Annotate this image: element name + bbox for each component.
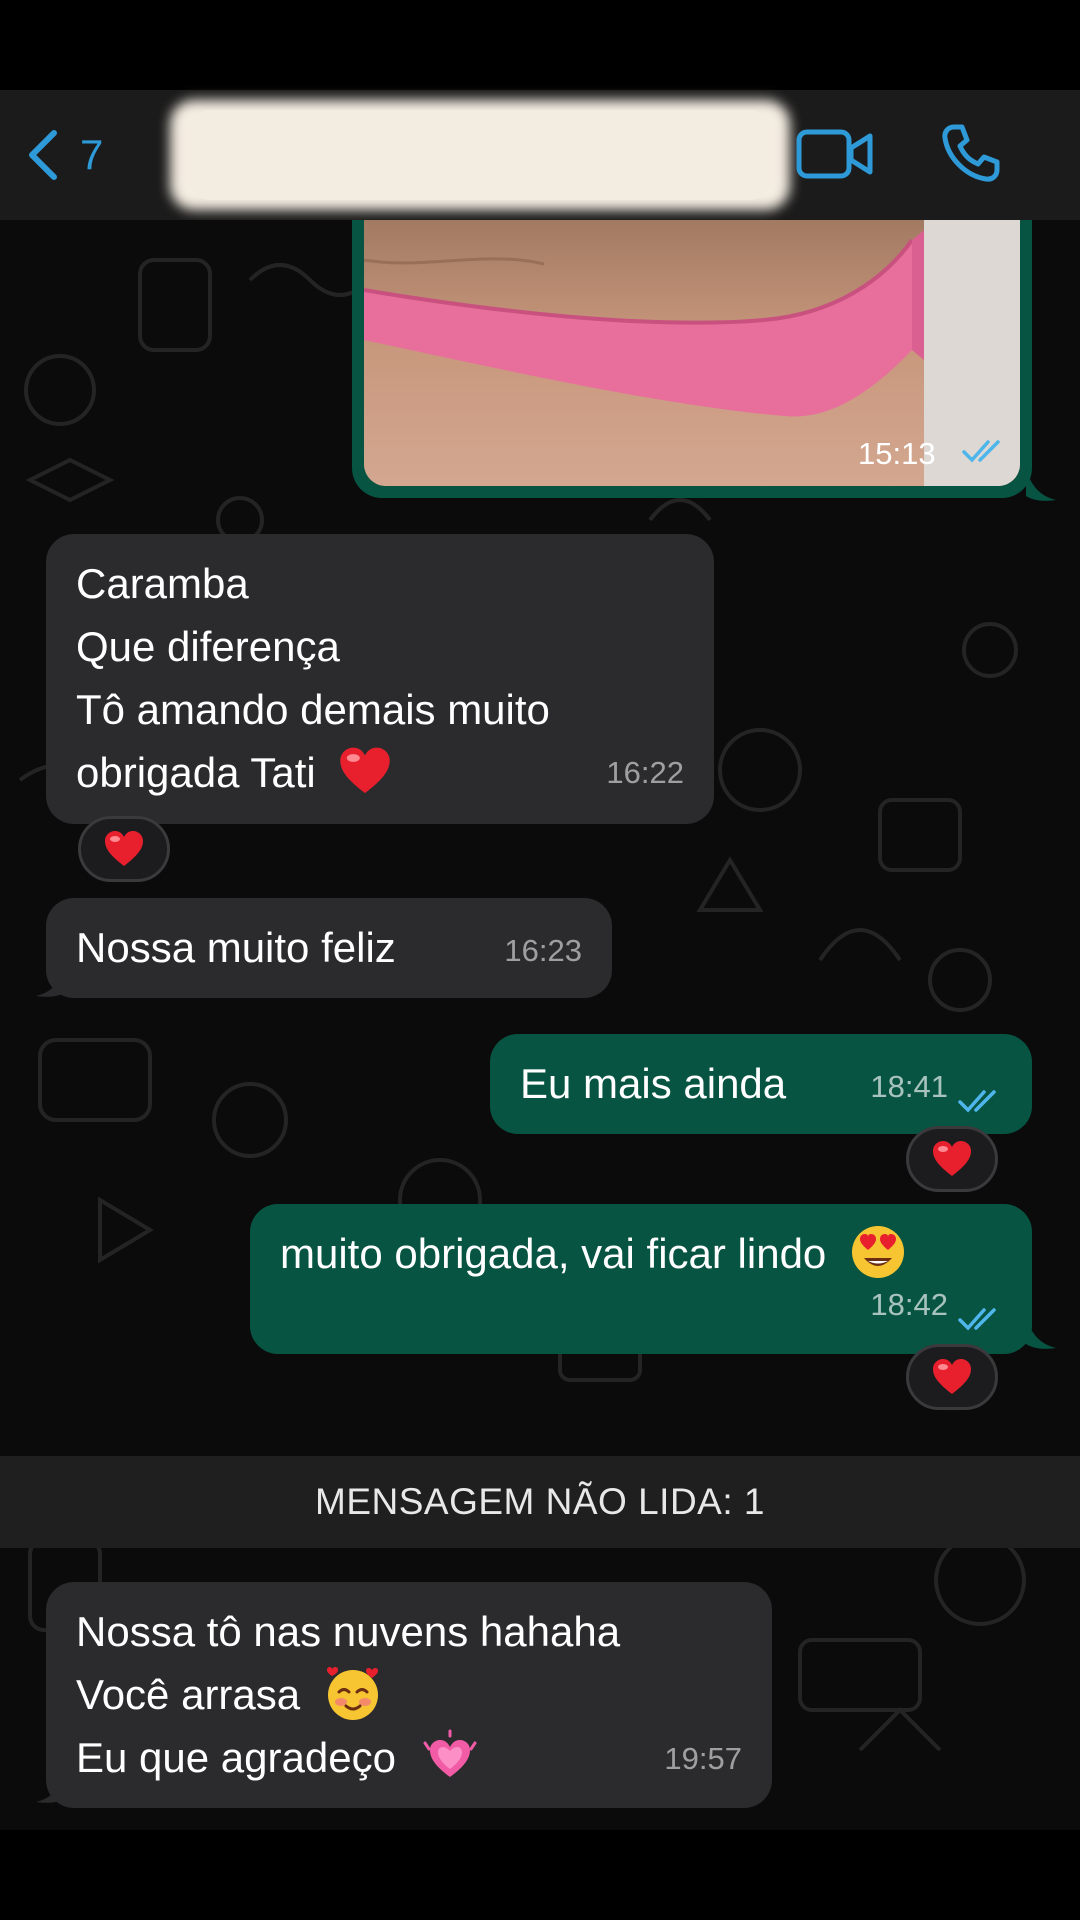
bubble-tail [1026, 466, 1056, 501]
message-reaction[interactable] [906, 1126, 998, 1192]
message-time: 18:42 [870, 1287, 948, 1322]
bubble-tail [36, 962, 66, 997]
image-message-time: 15:13 [858, 436, 936, 471]
unread-messages-divider: MENSAGEM NÃO LIDA: 1 [0, 1456, 1080, 1548]
video-call-icon[interactable] [796, 126, 874, 182]
bottom-black-area [0, 1830, 1080, 1920]
red-heart-icon [105, 831, 143, 866]
message-reaction[interactable] [906, 1344, 998, 1410]
status-bar-area [0, 0, 1080, 90]
message-text: Tô amando demais muito [76, 686, 550, 733]
outgoing-message[interactable]: Eu mais ainda 18:41 [490, 1034, 1032, 1134]
contact-info-redacted-inner [190, 110, 770, 200]
message-text: muito obrigada, vai ficar lindo [280, 1230, 827, 1277]
red-heart-icon [933, 1141, 971, 1176]
chat-area[interactable]: 15:13 Caramba Que diferença Tô amando de… [0, 220, 1080, 1830]
double-check-icon [958, 1090, 996, 1113]
message-time: 16:22 [606, 755, 684, 790]
incoming-message[interactable]: Caramba Que diferença Tô amando demais m… [46, 534, 714, 824]
chevron-left-icon [29, 130, 57, 180]
message-text: Nossa tô nas nuvens hahaha [76, 1608, 621, 1655]
back-button[interactable]: 7 [22, 120, 103, 190]
outgoing-message[interactable]: muito obrigada, vai ficar lindo 18:42 [250, 1204, 1032, 1354]
message-text: obrigada Tati [76, 749, 316, 796]
smiling-hearts-emoji [326, 1666, 378, 1720]
double-check-icon [958, 1308, 996, 1331]
incoming-message[interactable]: Nossa muito feliz 16:23 [46, 898, 612, 998]
bubble-tail [36, 1768, 66, 1803]
message-text: Você arrasa [76, 1671, 301, 1718]
red-heart-icon [340, 747, 391, 794]
heart-eyes-emoji [851, 1225, 904, 1278]
incoming-message[interactable]: Nossa tô nas nuvens hahaha Você arrasa E… [46, 1582, 772, 1808]
message-time: 16:23 [504, 933, 582, 968]
red-heart-icon [933, 1359, 971, 1394]
phone-icon[interactable] [940, 122, 1002, 184]
message-text: Eu que agradeço [76, 1734, 396, 1781]
unread-label: MENSAGEM NÃO LIDA: 1 [315, 1481, 765, 1522]
message-text: Que diferença [76, 623, 340, 670]
message-text: Caramba [76, 560, 249, 607]
message-time: 18:41 [870, 1069, 948, 1104]
message-time: 19:57 [664, 1741, 742, 1776]
bubble-tail [1026, 1314, 1056, 1349]
growing-heart-emoji [423, 1729, 477, 1777]
double-check-icon [962, 440, 1000, 463]
message-reaction[interactable] [78, 816, 170, 882]
unread-chat-count: 7 [80, 131, 104, 178]
